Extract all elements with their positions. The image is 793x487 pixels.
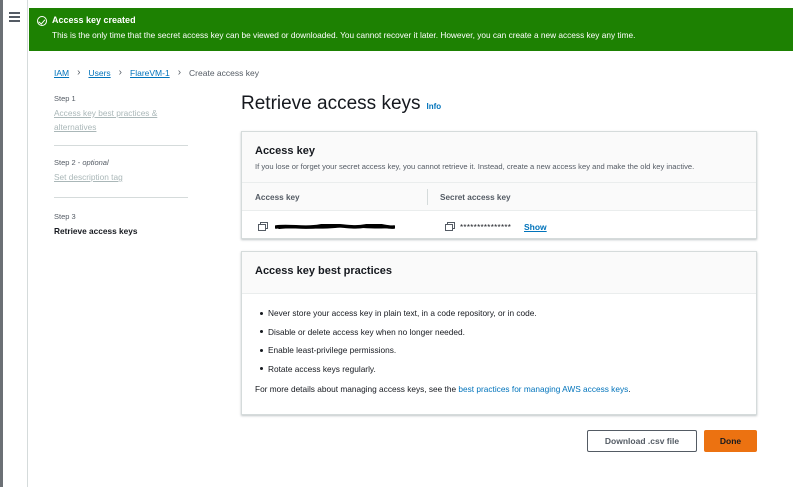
chevron-right-icon: › (177, 67, 182, 78)
download-csv-button[interactable]: Download .csv file (587, 430, 697, 452)
table-row: *************** Show (242, 212, 756, 240)
breadcrumb: IAM › Users › FlareVM-1 › Create access … (54, 67, 259, 78)
panel-title: Access key best practices (255, 265, 392, 277)
page-title: Retrieve access keys Info (241, 93, 442, 114)
step-link-best-practices[interactable]: Access key best practices & alternatives (54, 106, 188, 134)
table-header: Access key Secret access key (242, 183, 756, 211)
redacted-access-key (275, 224, 395, 229)
step-number: Step 3 (54, 212, 76, 221)
best-practices-link[interactable]: best practices for managing AWS access k… (458, 384, 628, 394)
show-secret-link[interactable]: Show (524, 222, 547, 232)
chevron-right-icon: › (77, 67, 81, 78)
column-divider (427, 189, 428, 205)
column-access-key: Access key (255, 193, 300, 202)
breadcrumb-iam[interactable]: IAM (54, 68, 69, 78)
navigation-rail (0, 0, 28, 487)
wizard-step-1: Step 1 Access key best practices & alter… (54, 92, 188, 146)
copy-icon[interactable] (258, 222, 268, 231)
step-optional-label: optional (82, 158, 109, 167)
secret-access-key-masked: *************** (460, 223, 512, 232)
wizard-steps: Step 1 Access key best practices & alter… (54, 92, 188, 238)
more-details-text: For more details about managing access k… (255, 384, 631, 394)
breadcrumb-users[interactable]: Users (88, 68, 110, 78)
panel-title: Access key (255, 145, 315, 157)
step-current-label: Retrieve access keys (54, 226, 138, 236)
breadcrumb-user[interactable]: FlareVM-1 (130, 68, 170, 78)
rail-edge (0, 0, 3, 487)
list-item: Never store your access key in plain tex… (255, 308, 743, 327)
done-button[interactable]: Done (704, 430, 757, 452)
panel-description: If you lose or forget your secret access… (255, 162, 695, 171)
panel-body: Never store your access key in plain tex… (242, 294, 756, 394)
list-item: Enable least-privilege permissions. (255, 345, 743, 364)
column-secret-access-key: Secret access key (440, 193, 511, 202)
flash-message: This is the only time that the secret ac… (52, 30, 636, 40)
step-number: Step 2 - optional (54, 158, 109, 167)
step-link-description-tag[interactable]: Set description tag (54, 170, 188, 184)
wizard-step-3: Step 3 Retrieve access keys (54, 198, 188, 238)
list-item: Rotate access keys regularly. (255, 364, 743, 383)
best-practices-list: Never store your access key in plain tex… (255, 308, 743, 382)
step-number: Step 1 (54, 94, 76, 103)
panel-header: Access key best practices (242, 252, 756, 294)
access-key-panel: Access key If you lose or forget your se… (241, 131, 757, 239)
chevron-right-icon: › (118, 67, 123, 78)
info-link[interactable]: Info (427, 102, 442, 111)
success-flash-banner: Access key created This is the only time… (29, 8, 793, 51)
check-circle-icon (37, 16, 47, 26)
best-practices-panel: Access key best practices Never store yo… (241, 251, 757, 415)
panel-header: Access key If you lose or forget your se… (242, 132, 756, 183)
wizard-step-2: Step 2 - optional Set description tag (54, 146, 188, 198)
breadcrumb-current: Create access key (189, 67, 259, 78)
list-item: Disable or delete access key when no lon… (255, 327, 743, 346)
copy-icon[interactable] (445, 222, 455, 231)
flash-title: Access key created (52, 15, 136, 25)
menu-icon[interactable] (9, 12, 20, 22)
